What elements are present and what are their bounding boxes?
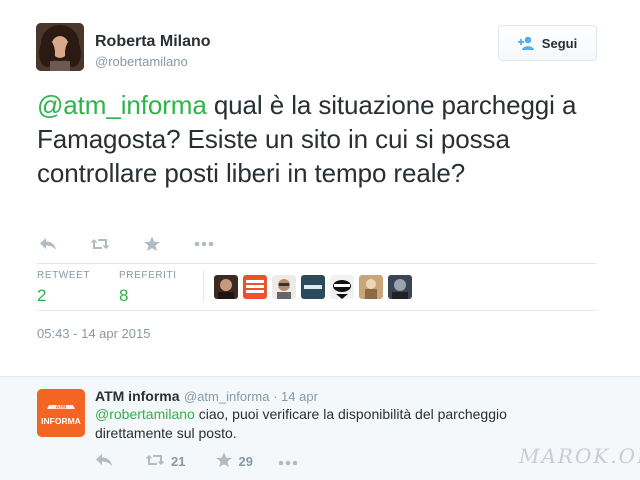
author-avatar[interactable]: [36, 23, 84, 71]
reply-reply-button[interactable]: [95, 453, 113, 470]
main-tweet: Roberta Milano @robertamilano Segui @atm…: [0, 0, 640, 372]
more-icon: [278, 454, 298, 469]
favoriter-avatar[interactable]: [272, 275, 296, 299]
favoriter-avatar[interactable]: [388, 275, 412, 299]
follow-button[interactable]: Segui: [498, 25, 597, 61]
reply-retweet-button[interactable]: 21: [145, 453, 185, 470]
tweet-text: @atm_informa qual è la situazione parche…: [37, 88, 607, 190]
svg-text:INFORMA: INFORMA: [41, 416, 81, 426]
retweet-icon: [145, 453, 165, 470]
reply-actions: 21 29: [95, 451, 298, 471]
reply-retweet-count: 21: [171, 453, 186, 469]
divider: [37, 263, 597, 264]
reply-favorite-count: 29: [238, 453, 253, 469]
reply-date[interactable]: 14 apr: [281, 389, 318, 404]
retweet-icon[interactable]: [88, 233, 112, 255]
favoriter-avatar[interactable]: [301, 275, 325, 299]
tweet-timestamp[interactable]: 05:43 - 14 apr 2015: [37, 326, 150, 341]
favoriter-avatar[interactable]: [359, 275, 383, 299]
reply-icon[interactable]: [36, 233, 60, 255]
author-name[interactable]: Roberta Milano: [95, 33, 211, 51]
reply-meta: @atm_informa · 14 apr: [184, 389, 318, 404]
divider: [203, 270, 204, 302]
watermark: MAROK.ORG: [519, 444, 640, 468]
reply-icon: [95, 453, 113, 470]
favorite-stat-label: PREFERITI: [119, 270, 177, 281]
divider: [37, 310, 597, 311]
add-user-icon: [517, 36, 536, 50]
atm-avatar[interactable]: ATM INFORMA: [37, 389, 85, 437]
reply-tweet: ATM INFORMA ATM informa @atm_informa · 1…: [0, 376, 640, 480]
favorite-icon[interactable]: [140, 233, 164, 255]
follow-label: Segui: [541, 35, 578, 51]
mention-link[interactable]: @atm_informa: [37, 90, 207, 120]
reply-more-button[interactable]: [278, 454, 298, 469]
reply-author-name[interactable]: ATM informa: [95, 388, 180, 404]
svg-text:ATM: ATM: [56, 405, 66, 411]
author-handle[interactable]: @robertamilano: [95, 54, 188, 69]
favoriter-avatar[interactable]: [243, 275, 267, 299]
retweet-stat[interactable]: RETWEET 2: [37, 270, 90, 306]
favorite-icon: [216, 452, 233, 471]
favoriter-avatars: [214, 275, 412, 299]
reply-favorite-button[interactable]: 29: [216, 452, 253, 471]
favorite-count: 8: [119, 286, 129, 305]
more-icon[interactable]: [192, 233, 216, 255]
meta-separator: ·: [273, 389, 278, 404]
reply-author-handle[interactable]: @atm_informa: [184, 389, 269, 404]
favorite-stat[interactable]: PREFERITI 8: [119, 270, 177, 306]
reply-mention-link[interactable]: @robertamilano: [95, 406, 195, 422]
favoriter-avatar[interactable]: [214, 275, 238, 299]
favoriter-avatar[interactable]: [330, 275, 354, 299]
retweet-stat-label: RETWEET: [37, 270, 91, 281]
reply-text: @robertamilano ciao, puoi verificare la …: [95, 405, 565, 443]
retweet-count: 2: [37, 286, 47, 305]
tweet-actions: [36, 232, 216, 256]
